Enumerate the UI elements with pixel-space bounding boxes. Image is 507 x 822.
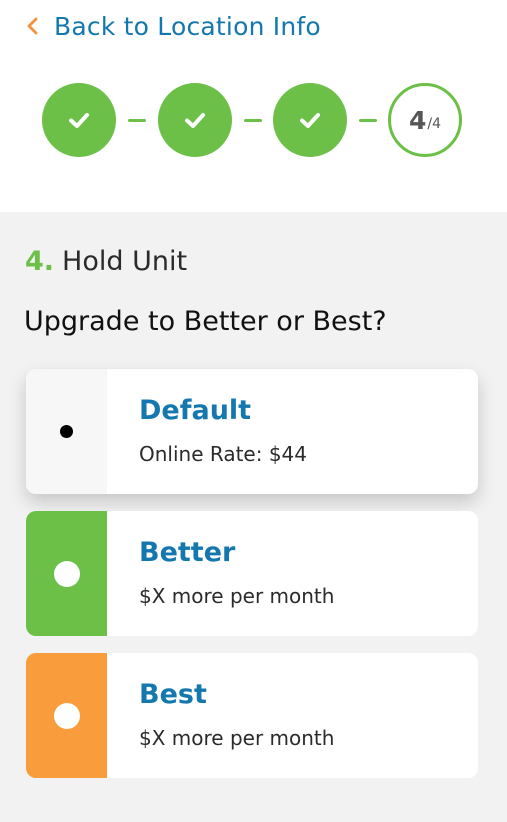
chevron-left-icon <box>24 17 42 35</box>
step-3-complete <box>273 83 347 157</box>
radio-selected[interactable] <box>54 419 80 445</box>
back-to-location-link[interactable]: Back to Location Info <box>24 8 321 44</box>
check-icon <box>185 113 205 128</box>
section-title-text: Hold Unit <box>62 246 188 277</box>
step-connector <box>128 119 146 122</box>
back-link-label: Back to Location Info <box>54 11 321 41</box>
header: Back to Location Info 4/4 <box>0 0 507 212</box>
radio-unselected[interactable] <box>53 560 80 587</box>
step-4-current: 4/4 <box>388 83 462 157</box>
option-best[interactable]: Best $X more per month <box>26 653 478 778</box>
option-best-swatch <box>26 653 107 778</box>
option-subtitle: $X more per month <box>139 726 335 750</box>
option-subtitle: $X more per month <box>139 584 335 608</box>
option-better-swatch <box>26 511 107 636</box>
step-2-complete <box>158 83 232 157</box>
option-title: Default <box>139 395 252 426</box>
section-number: 4. <box>25 246 55 277</box>
option-title: Best <box>139 679 207 710</box>
hold-unit-section: 4. Hold Unit Upgrade to Better or Best? D… <box>0 212 507 822</box>
option-default-swatch <box>26 369 107 494</box>
radio-unselected[interactable] <box>53 702 80 729</box>
total-steps: /4 <box>427 116 442 132</box>
upgrade-question: Upgrade to Better or Best? <box>24 306 387 337</box>
current-step-number: 4 <box>408 105 427 135</box>
progress-stepper: 4/4 <box>42 83 467 157</box>
step-connector <box>244 119 262 122</box>
check-icon <box>300 113 320 128</box>
option-title: Better <box>139 537 236 568</box>
step-connector <box>359 119 377 122</box>
option-subtitle: Online Rate: $44 <box>139 442 307 466</box>
radio-dot-icon <box>60 425 73 438</box>
step-1-complete <box>42 83 116 157</box>
section-title: 4. Hold Unit <box>25 246 187 277</box>
check-icon <box>69 113 89 128</box>
option-better[interactable]: Better $X more per month <box>26 511 478 636</box>
option-default[interactable]: Default Online Rate: $44 <box>26 369 478 494</box>
